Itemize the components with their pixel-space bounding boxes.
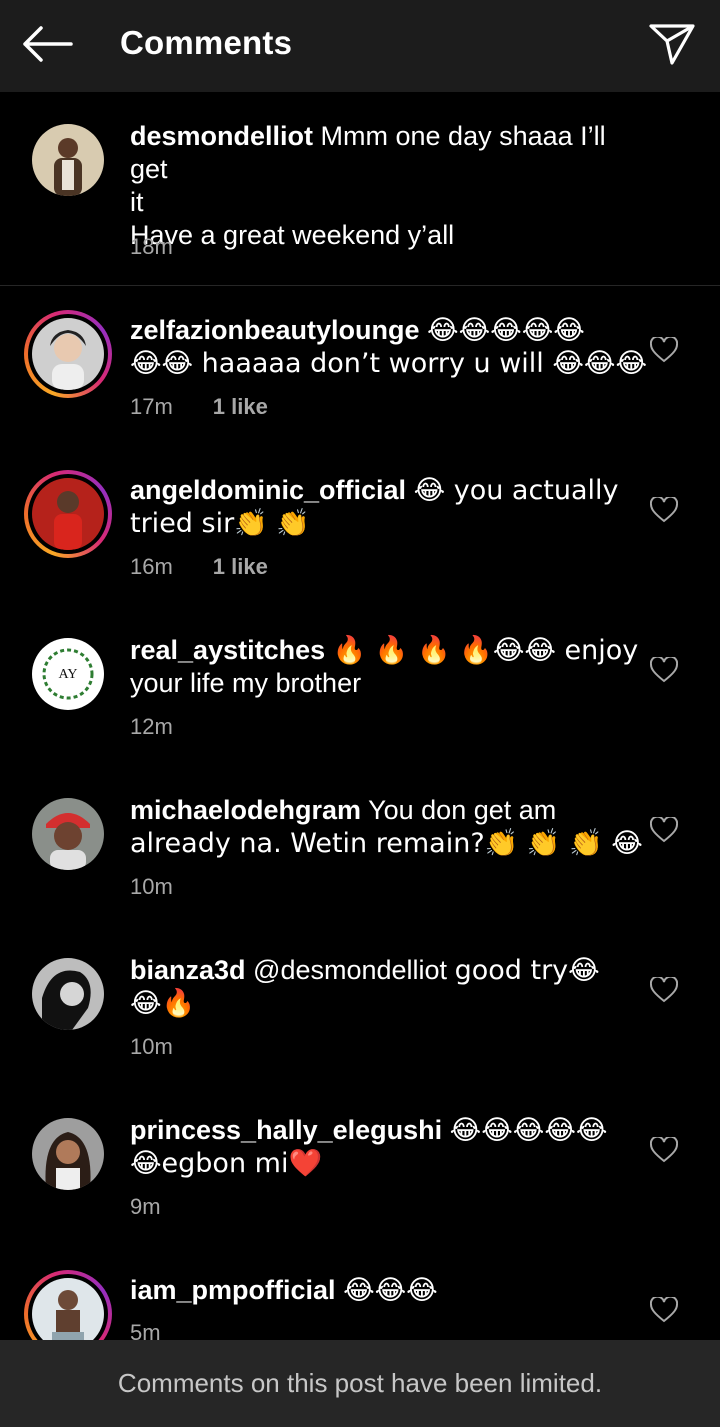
comment-line-2: 😂🔥 bbox=[130, 988, 196, 1019]
comment-line-1: good try😂 bbox=[454, 955, 600, 986]
avatar[interactable] bbox=[32, 958, 104, 1030]
comment-username[interactable]: real_aystitches bbox=[130, 635, 325, 665]
comment-username[interactable]: michaelodehgram bbox=[130, 795, 361, 825]
comment-meta: 17m 1 like bbox=[130, 394, 268, 420]
comment-time: 10m bbox=[130, 1034, 173, 1059]
svg-text:AY: AY bbox=[59, 667, 78, 682]
comment-meta: 9m bbox=[130, 1194, 161, 1220]
heart-icon[interactable] bbox=[650, 657, 678, 683]
heart-icon[interactable] bbox=[650, 337, 678, 363]
comment-text: angeldominic_official 😂 you actually tri… bbox=[130, 474, 650, 540]
comment-line-1: You don get am bbox=[368, 795, 557, 825]
back-arrow-icon[interactable] bbox=[18, 22, 76, 66]
comment-meta: 10m bbox=[130, 1034, 173, 1060]
comment-line-1: 😂😂😂 bbox=[343, 1275, 438, 1306]
comment-meta: 16m 1 like bbox=[130, 554, 268, 580]
heart-icon[interactable] bbox=[650, 1137, 678, 1163]
comment-time: 9m bbox=[130, 1194, 161, 1219]
comment-text: bianza3d @desmondelliot good try😂 😂🔥 bbox=[130, 954, 650, 1020]
caption-line-2: it bbox=[130, 187, 144, 217]
top-bar: Comments bbox=[0, 0, 720, 92]
comment-line-2: 😂😂 haaaaa don’t worry u will 😂😂😂 bbox=[130, 348, 648, 379]
direct-message-icon[interactable] bbox=[644, 18, 700, 70]
comment-line-1: 😂 you actually bbox=[413, 475, 619, 506]
avatar[interactable] bbox=[32, 798, 104, 870]
comment-text: zelfazionbeautylounge 😂😂😂😂😂 😂😂 haaaaa do… bbox=[130, 314, 650, 380]
comment-line-1: 😂😂😂😂😂 bbox=[449, 1115, 608, 1146]
comment-meta: 10m bbox=[130, 874, 173, 900]
comment-time: 12m bbox=[130, 714, 173, 739]
avatar[interactable] bbox=[32, 124, 104, 196]
caption-time: 18m bbox=[130, 234, 173, 259]
footer-text: Comments on this post have been limited. bbox=[117, 1368, 603, 1398]
comment-text: iam_pmpofficial 😂😂😂 bbox=[130, 1274, 650, 1307]
comment-username[interactable]: angeldominic_official bbox=[130, 475, 406, 505]
comment-line-1: 🔥 🔥 🔥 🔥😂😂 enjoy bbox=[332, 635, 639, 666]
comment-likes[interactable]: 1 like bbox=[213, 394, 268, 420]
avatar bbox=[32, 478, 104, 550]
comment-username[interactable]: princess_hally_elegushi bbox=[130, 1115, 442, 1145]
comment-line-1: 😂😂😂😂😂 bbox=[427, 315, 585, 346]
story-ring[interactable] bbox=[24, 310, 112, 398]
comment-text: real_aystitches 🔥 🔥 🔥 🔥😂😂 enjoy your lif… bbox=[130, 634, 650, 700]
comment-line-2: tried sir👏 👏 bbox=[130, 508, 311, 539]
caption-line-3: Have a great weekend y’all bbox=[130, 220, 455, 250]
comment-username[interactable]: iam_pmpofficial bbox=[130, 1275, 336, 1305]
comment-line-2: 😂egbon mi❤️ bbox=[130, 1148, 323, 1179]
avatar[interactable]: AY bbox=[32, 638, 104, 710]
page-title: Comments bbox=[120, 24, 293, 61]
heart-icon[interactable] bbox=[650, 817, 678, 843]
heart-icon[interactable] bbox=[650, 1297, 678, 1323]
avatar bbox=[32, 318, 104, 390]
caption-username[interactable]: desmondelliot bbox=[130, 121, 313, 151]
comment-text: princess_hally_elegushi 😂😂😂😂😂 😂egbon mi❤… bbox=[130, 1114, 650, 1180]
comment-time: 10m bbox=[130, 874, 173, 899]
story-ring[interactable] bbox=[24, 470, 112, 558]
comment-meta: 12m bbox=[130, 714, 173, 740]
comment-line-2: your life my brother bbox=[130, 668, 362, 698]
heart-icon[interactable] bbox=[650, 977, 678, 1003]
caption-text: desmondelliot Mmm one day shaaa I’ll get… bbox=[130, 120, 650, 252]
comment-mention[interactable]: @desmondelliot bbox=[253, 955, 447, 985]
comment-time: 17m bbox=[130, 394, 173, 419]
avatar[interactable] bbox=[32, 1118, 104, 1190]
comment-time: 16m bbox=[130, 554, 173, 579]
comments-limited-banner: Comments on this post have been limited. bbox=[0, 1340, 720, 1427]
comment-likes[interactable]: 1 like bbox=[213, 554, 268, 580]
comment-username[interactable]: zelfazionbeautylounge bbox=[130, 315, 420, 345]
heart-icon[interactable] bbox=[650, 497, 678, 523]
comment-username[interactable]: bianza3d bbox=[130, 955, 246, 985]
caption-meta: 18m bbox=[130, 234, 173, 260]
comment-line-2: already na. Wetin remain?👏 👏 👏 😂 bbox=[130, 828, 643, 859]
post-caption: desmondelliot Mmm one day shaaa I’ll get… bbox=[0, 92, 720, 286]
comment-text: michaelodehgram You don get am already n… bbox=[130, 794, 650, 860]
